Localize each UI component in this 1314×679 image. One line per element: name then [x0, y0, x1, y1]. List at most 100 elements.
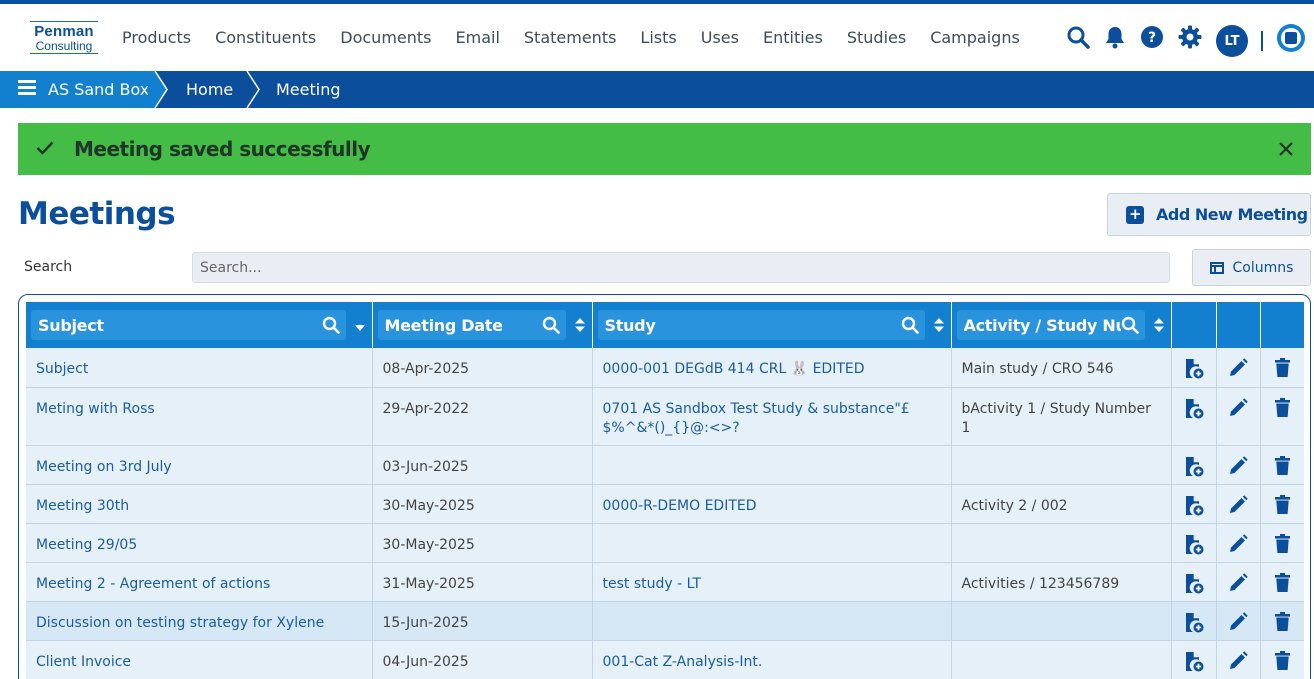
header-activity-label: Activity / Study Nur [963, 315, 1121, 335]
cell-study[interactable] [592, 601, 952, 641]
app-switcher-icon[interactable] [1275, 22, 1307, 54]
cell-activity: Main study / CRO 546 [951, 348, 1172, 388]
breadcrumb-home[interactable]: Home [186, 71, 233, 108]
search-icon[interactable] [322, 316, 340, 334]
trash-icon[interactable] [1274, 533, 1291, 558]
edit-icon[interactable] [1228, 533, 1248, 558]
table-row[interactable]: Meeting on 3rd July 03-Jun-2025 [26, 445, 1304, 485]
search-icon[interactable] [901, 316, 919, 334]
bell-icon[interactable] [1101, 23, 1129, 51]
nav-lists[interactable]: Lists [640, 28, 676, 47]
sort-icon[interactable] [1153, 317, 1165, 337]
edit-cell [1216, 484, 1261, 524]
edit-icon[interactable] [1228, 572, 1248, 597]
add-document-icon[interactable] [1183, 651, 1205, 677]
cell-study[interactable]: test study - LT [592, 562, 952, 602]
nav-entities[interactable]: Entities [763, 28, 823, 47]
cell-study[interactable]: 0000-001 DEGdB 414 CRL 🐰 EDITED [592, 348, 952, 388]
cell-subject[interactable]: Subject [26, 348, 373, 388]
header-activity-filter[interactable]: Activity / Study Nur [956, 310, 1145, 340]
nav-statements[interactable]: Statements [524, 28, 617, 47]
search-label: Search [24, 259, 73, 275]
trash-icon[interactable] [1274, 572, 1291, 597]
edit-icon[interactable] [1228, 397, 1248, 422]
trash-icon[interactable] [1274, 397, 1291, 422]
header-subject-filter[interactable]: Subject [31, 310, 346, 340]
add-document-icon[interactable] [1183, 534, 1205, 560]
cell-study[interactable]: 0000-R-DEMO EDITED [592, 484, 952, 524]
add-document-icon[interactable] [1183, 359, 1205, 384]
nav-constituents[interactable]: Constituents [215, 28, 316, 47]
nav-uses[interactable]: Uses [701, 28, 739, 47]
cell-study[interactable] [592, 523, 952, 563]
table-row[interactable]: Meeting 29/05 30-May-2025 [26, 523, 1304, 563]
cell-meeting-date: 08-Apr-2025 [372, 348, 593, 388]
table-row[interactable]: Subject 08-Apr-2025 0000-001 DEGdB 414 CRL… [26, 348, 1304, 388]
search-icon[interactable] [1121, 316, 1139, 334]
columns-label: Columns [1232, 259, 1294, 276]
trash-icon[interactable] [1274, 358, 1291, 382]
add-meeting-button[interactable]: + Add New Meeting [1107, 193, 1311, 236]
trash-icon[interactable] [1274, 494, 1291, 519]
table-row[interactable]: Meting with Ross 29-Apr-2022 0701 AS Sandb… [26, 387, 1304, 446]
edit-icon[interactable] [1228, 611, 1248, 636]
header-date-filter[interactable]: Meeting Date [377, 310, 566, 340]
help-icon[interactable]: ? [1138, 23, 1166, 51]
search-icon[interactable] [1064, 23, 1092, 51]
add-document-icon[interactable] [1183, 456, 1205, 482]
sort-icon[interactable] [574, 317, 586, 337]
add-document-icon[interactable] [1183, 495, 1205, 521]
breadcrumb-separator-icon [148, 71, 168, 108]
penman-logo[interactable]: Penman Consulting [30, 21, 98, 54]
add-document-icon[interactable] [1183, 398, 1205, 424]
cell-subject[interactable]: Client Invoice [26, 640, 373, 679]
edit-icon[interactable] [1228, 650, 1248, 675]
edit-icon[interactable] [1228, 358, 1248, 382]
cell-activity: Activity 2 / 002 [951, 484, 1172, 524]
trash-icon[interactable] [1274, 455, 1291, 480]
header-delete [1260, 302, 1304, 348]
cell-activity: bActivity 1 / Study Number 1 [951, 387, 1172, 446]
table-row[interactable]: Client Invoice 04-Jun-2025 001-Cat Z-Analy… [26, 640, 1304, 679]
search-input[interactable] [192, 252, 1170, 283]
nav-studies[interactable]: Studies [847, 28, 906, 47]
cell-subject[interactable]: Discussion on testing strategy for Xylen… [26, 601, 373, 641]
cell-subject[interactable]: Meeting on 3rd July [26, 445, 373, 485]
cell-subject[interactable]: Meting with Ross [26, 387, 373, 446]
cell-study[interactable] [592, 445, 952, 485]
nav-documents[interactable]: Documents [340, 28, 431, 47]
table-row[interactable]: Meeting 30th 30-May-2025 0000-R-DEMO EDITE… [26, 484, 1304, 524]
add-document-cell [1171, 640, 1217, 679]
header-meeting-date[interactable]: Meeting Date [372, 302, 593, 348]
header-activity[interactable]: Activity / Study Nur [951, 302, 1172, 348]
workspace-menu[interactable]: AS Sand Box [0, 71, 155, 108]
close-icon[interactable] [1275, 138, 1297, 160]
cell-subject[interactable]: Meeting 29/05 [26, 523, 373, 563]
user-avatar[interactable]: LT [1216, 25, 1248, 57]
nav-email[interactable]: Email [456, 28, 500, 47]
table-body: Subject 08-Apr-2025 0000-001 DEGdB 414 CRL… [26, 348, 1304, 679]
nav-campaigns[interactable]: Campaigns [930, 28, 1020, 47]
gear-icon[interactable] [1176, 23, 1204, 51]
table-row[interactable]: Meeting 2 - Agreement of actions 31-May-2… [26, 562, 1304, 602]
header-subject[interactable]: Subject [26, 302, 373, 348]
add-document-cell [1171, 348, 1217, 388]
add-document-icon[interactable] [1183, 573, 1205, 599]
cell-study[interactable]: 0701 AS Sandbox Test Study & substance"£… [592, 387, 952, 446]
cell-study[interactable]: 001-Cat Z-Analysis-Int. [592, 640, 952, 679]
sort-desc-icon[interactable] [354, 317, 366, 337]
trash-icon[interactable] [1274, 611, 1291, 636]
header-study[interactable]: Study [592, 302, 952, 348]
edit-icon[interactable] [1228, 494, 1248, 519]
search-icon[interactable] [542, 316, 560, 334]
cell-subject[interactable]: Meeting 2 - Agreement of actions [26, 562, 373, 602]
cell-subject[interactable]: Meeting 30th [26, 484, 373, 524]
add-document-icon[interactable] [1183, 612, 1205, 638]
table-row[interactable]: Discussion on testing strategy for Xylen… [26, 601, 1304, 641]
sort-icon[interactable] [933, 317, 945, 337]
edit-icon[interactable] [1228, 455, 1248, 480]
header-study-filter[interactable]: Study [597, 310, 925, 340]
columns-button[interactable]: Columns [1192, 249, 1311, 286]
trash-icon[interactable] [1274, 650, 1291, 675]
nav-products[interactable]: Products [122, 28, 191, 47]
